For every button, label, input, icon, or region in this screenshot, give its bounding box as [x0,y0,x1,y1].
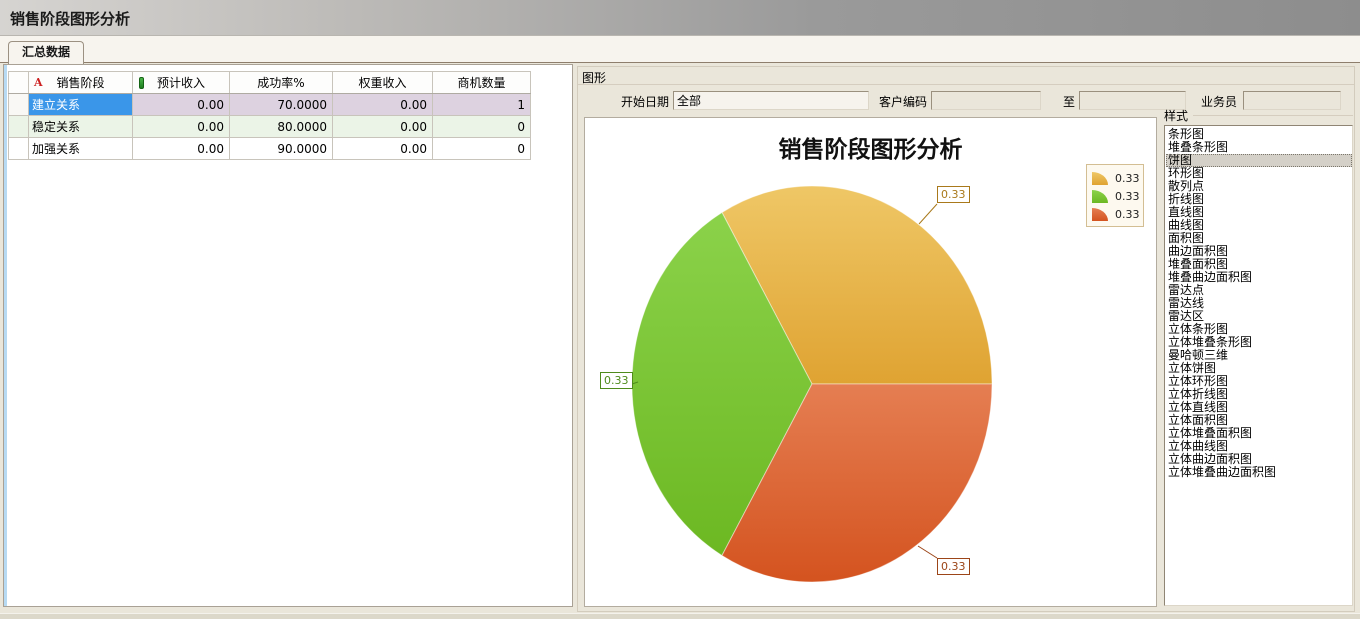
cell-stage[interactable]: 稳定关系 [29,116,133,138]
cell-weighted[interactable]: 0.00 [333,94,433,116]
graph-group-header: 图形 [578,67,1354,85]
legend-entry: 0.33 [1092,187,1138,205]
cell-weighted[interactable]: 0.00 [333,116,433,138]
row-indicator-header [9,72,29,94]
cell-success-rate[interactable]: 90.0000 [230,138,333,160]
callout-leader-line [918,546,937,558]
row-indicator[interactable] [9,94,29,116]
customer-code-label: 客户编码 [879,93,927,110]
sales-stage-table: A 销售阶段 预计收入 成功率% 权重收入 商机数量 [8,71,531,160]
style-group-label: 样式 [1164,107,1188,124]
table-row: 稳定关系 0.00 80.0000 0.00 0 [9,116,531,138]
to-label: 至 [1063,93,1075,110]
slice-value-callout: 0.33 [937,186,970,203]
column-header-stage[interactable]: A 销售阶段 [29,72,133,94]
column-header-weighted[interactable]: 权重收入 [333,72,433,94]
chart-title: 销售阶段图形分析 [585,130,1156,164]
column-header-count[interactable]: 商机数量 [433,72,531,94]
bottom-edge [0,613,1360,619]
cell-success-rate[interactable]: 80.0000 [230,116,333,138]
tab-summary-data[interactable]: 汇总数据 [8,41,84,64]
legend-value: 0.33 [1115,172,1140,185]
start-date-input[interactable] [673,91,869,110]
callout-leader-line [919,204,937,224]
pie-svg [585,118,1158,608]
cell-count[interactable]: 0 [433,138,531,160]
table-row: 加强关系 0.00 90.0000 0.00 0 [9,138,531,160]
style-list-item[interactable]: 堆叠条形图 [1166,141,1352,154]
style-list: 条形图堆叠条形图饼图环形图散列点折线图直线图曲线图面积图曲边面积图堆叠面积图堆叠… [1164,125,1353,606]
legend-value: 0.33 [1115,208,1140,221]
row-indicator[interactable] [9,116,29,138]
chart-area: 销售阶段图形分析 0.33 0.33 0.33 0.33 0.33 0.33 [584,117,1157,607]
legend-entry: 0.33 [1092,169,1138,187]
table-header-row: A 销售阶段 预计收入 成功率% 权重收入 商机数量 [9,72,531,94]
column-marker-icon [139,77,144,89]
cell-expected[interactable]: 0.00 [133,116,230,138]
salesperson-label: 业务员 [1199,93,1237,110]
legend-value: 0.33 [1115,190,1140,203]
cell-weighted[interactable]: 0.00 [333,138,433,160]
tab-bar: 汇总数据 [0,36,1360,63]
legend-entry: 0.33 [1092,205,1138,223]
app-window: 销售阶段图形分析 汇总数据 A 销售阶段 预计收入 成功率% 权 [0,0,1360,619]
salesperson-input[interactable] [1243,91,1341,110]
legend-swatch-icon [1092,172,1108,185]
grid-left-edge [4,65,7,606]
graph-group-label: 图形 [582,69,606,86]
sort-a-icon: A [34,76,43,89]
cell-expected[interactable]: 0.00 [133,94,230,116]
style-list-item[interactable]: 立体堆叠曲边面积图 [1166,466,1352,479]
cell-count[interactable]: 0 [433,116,531,138]
cell-success-rate[interactable]: 70.0000 [230,94,333,116]
summary-grid-panel: A 销售阶段 预计收入 成功率% 权重收入 商机数量 [3,64,573,607]
legend-swatch-icon [1092,190,1108,203]
cell-count[interactable]: 1 [433,94,531,116]
chart-legend: 0.33 0.33 0.33 [1086,164,1144,227]
legend-swatch-icon [1092,208,1108,221]
graph-group-box: 图形 开始日期 客户编码 至 业务员 销售阶段图形分析 0.330.330.33… [577,66,1355,612]
cell-expected[interactable]: 0.00 [133,138,230,160]
page-title: 销售阶段图形分析 [10,8,130,29]
title-bar: 销售阶段图形分析 [0,0,1360,36]
customer-code-input[interactable] [931,91,1041,110]
start-date-label: 开始日期 [621,93,669,110]
table-row: 建立关系 0.00 70.0000 0.00 1 [9,94,531,116]
slice-value-callout: 0.33 [600,372,633,389]
slice-value-callout: 0.33 [937,558,970,575]
cell-stage[interactable]: 加强关系 [29,138,133,160]
row-indicator[interactable] [9,138,29,160]
column-header-expected[interactable]: 预计收入 [133,72,230,94]
style-group-line [1193,115,1353,116]
cell-stage[interactable]: 建立关系 [29,94,133,116]
column-header-success-rate[interactable]: 成功率% [230,72,333,94]
